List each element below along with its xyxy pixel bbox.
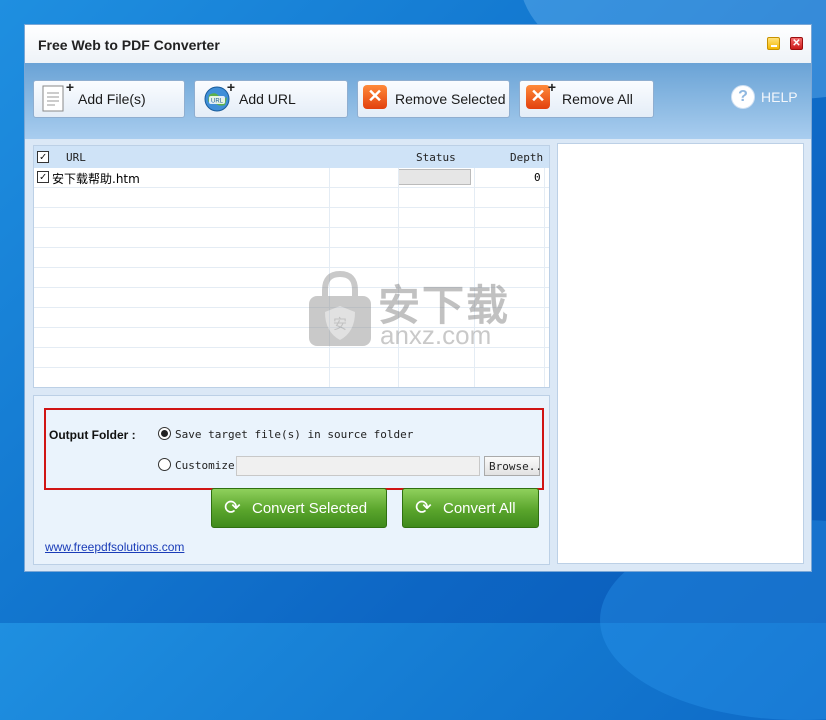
website-link[interactable]: www.freepdfsolutions.com (45, 540, 184, 554)
help-button[interactable]: ? HELP (731, 85, 798, 109)
empty-row (34, 228, 549, 248)
customize-label[interactable]: Customize (175, 459, 235, 472)
globe-url-icon: URL + (203, 79, 235, 113)
add-url-label: Add URL (239, 91, 296, 107)
remove-all-button[interactable]: ✕ + Remove All (519, 79, 654, 118)
empty-row (34, 368, 549, 387)
empty-row (34, 188, 549, 208)
browse-button[interactable]: Browse.. (484, 456, 542, 476)
convert-icon: ⟳ (415, 497, 432, 519)
save-in-source-label[interactable]: Save target file(s) in source folder (175, 428, 413, 441)
column-status[interactable]: Status (416, 151, 456, 164)
empty-row (34, 248, 549, 268)
window-title: Free Web to PDF Converter (38, 37, 220, 53)
custom-path-input[interactable] (236, 456, 480, 476)
close-button[interactable]: ✕ (790, 37, 803, 50)
toolbar: + Add File(s) URL + Add URL ✕ Remove Sel… (25, 63, 811, 139)
add-file-icon: + (42, 79, 74, 113)
empty-row (34, 348, 549, 368)
convert-all-button[interactable]: ⟳ Convert All (402, 488, 539, 528)
svg-text:安: 安 (333, 317, 347, 333)
remove-icon: ✕ (363, 85, 391, 113)
output-folder-label: Output Folder : (49, 428, 136, 442)
remove-all-label: Remove All (562, 91, 633, 107)
row-depth: 0 (534, 171, 541, 184)
watermark: 安 安下载 anxz.com (305, 270, 525, 350)
preview-panel (557, 143, 804, 564)
convert-icon: ⟳ (224, 497, 241, 519)
output-panel: Output Folder : Save target file(s) in s… (33, 395, 550, 565)
empty-row (34, 208, 549, 228)
row-checkbox[interactable]: ✓ (37, 171, 49, 183)
row-status-progress (398, 169, 471, 185)
column-url[interactable]: URL (66, 151, 86, 164)
minimize-button[interactable] (767, 37, 780, 50)
column-divider (544, 168, 545, 387)
row-url: 安下载帮助.htm (52, 172, 140, 186)
watermark-en: anxz.com (380, 320, 492, 350)
column-depth[interactable]: Depth (510, 151, 543, 164)
help-label: HELP (761, 89, 798, 105)
svg-text:URL: URL (211, 99, 224, 105)
convert-selected-label: Convert Selected (252, 499, 368, 517)
add-url-button[interactable]: URL + Add URL (194, 79, 348, 118)
table-row[interactable]: ✓ 安下载帮助.htm 0 (34, 168, 549, 188)
list-header: ✓ URL Status Depth (34, 146, 549, 168)
remove-all-icon: ✕ + (526, 79, 556, 113)
remove-selected-button[interactable]: ✕ Remove Selected (357, 80, 510, 118)
shield-lock-icon: 安 (309, 270, 371, 346)
add-files-button[interactable]: + Add File(s) (33, 79, 185, 118)
title-bar: Free Web to PDF Converter ✕ (25, 25, 811, 63)
remove-selected-label: Remove Selected (395, 91, 506, 107)
url-list: ✓ URL Status Depth ✓ 安下载帮助.htm 0 (33, 145, 550, 388)
customize-radio[interactable] (158, 458, 171, 471)
convert-all-label: Convert All (443, 499, 516, 517)
convert-selected-button[interactable]: ⟳ Convert Selected (211, 488, 387, 528)
help-icon: ? (731, 85, 755, 109)
select-all-checkbox[interactable]: ✓ (37, 151, 49, 163)
highlight-box (44, 408, 544, 490)
save-in-source-radio[interactable] (158, 427, 171, 440)
add-files-label: Add File(s) (78, 91, 146, 107)
